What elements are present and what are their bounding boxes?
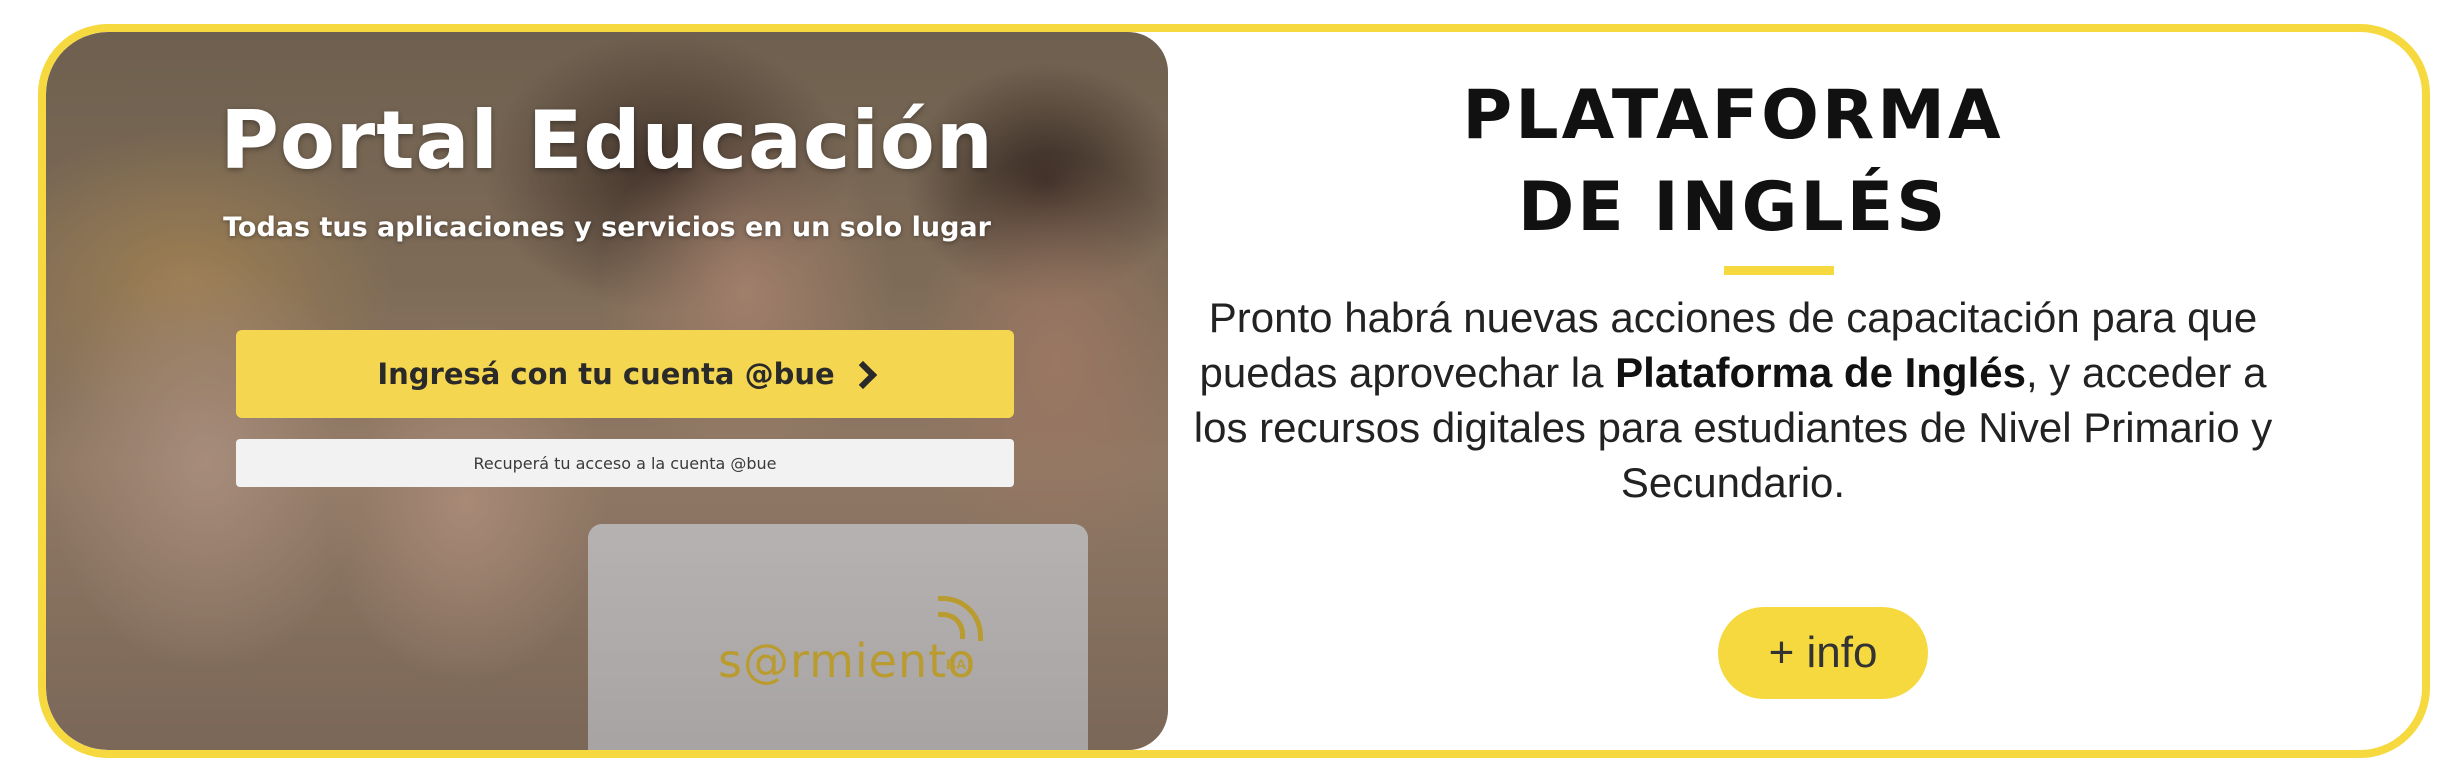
promo-card: s@rmiento BA Portal Educación Todas tus … bbox=[38, 24, 2430, 758]
info-panel: PLATAFORMA DE INGLÉS Pronto habrá nuevas… bbox=[1168, 32, 2422, 750]
panel-heading-line1: PLATAFORMA bbox=[1462, 76, 2004, 155]
recover-access-button[interactable]: Recuperá tu acceso a la cuenta @bue bbox=[236, 439, 1014, 487]
portal-hero-image: s@rmiento BA Portal Educación Todas tus … bbox=[46, 32, 1168, 750]
more-info-button[interactable]: + info bbox=[1718, 607, 1928, 699]
heading-divider bbox=[1724, 266, 1834, 275]
recover-access-label: Recuperá tu acceso a la cuenta @bue bbox=[473, 453, 777, 473]
chevron-right-icon bbox=[848, 360, 877, 390]
panel-description: Pronto habrá nuevas acciones de capacita… bbox=[1168, 290, 2298, 510]
panel-heading: PLATAFORMA DE INGLÉS bbox=[1168, 70, 2298, 254]
description-bold-link: Plataforma de Inglés bbox=[1615, 349, 2026, 396]
portal-title: Portal Educación bbox=[220, 94, 994, 187]
login-button[interactable]: Ingresá con tu cuenta @bue bbox=[236, 330, 1014, 418]
more-info-label: + info bbox=[1768, 628, 1878, 677]
portal-subtitle: Todas tus aplicaciones y servicios en un… bbox=[223, 212, 991, 243]
panel-heading-line2: DE INGLÉS bbox=[1517, 168, 1949, 247]
login-button-label: Ingresá con tu cuenta @bue bbox=[377, 357, 835, 391]
